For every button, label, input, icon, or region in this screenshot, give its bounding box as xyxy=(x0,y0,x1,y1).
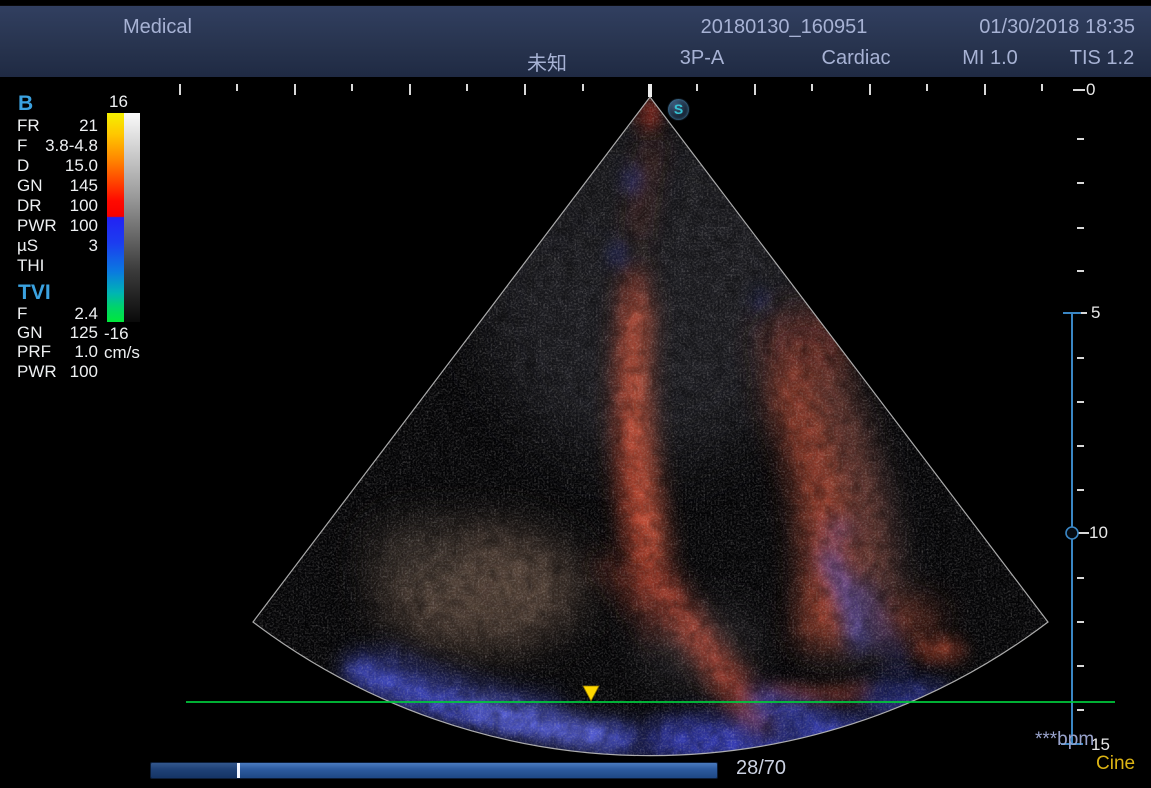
focus-depth-marker[interactable] xyxy=(1066,527,1078,539)
depth-ruler xyxy=(1073,89,1089,711)
cine-mode-label: Cine xyxy=(1096,753,1135,775)
probe-orientation-marker[interactable]: S xyxy=(668,99,689,120)
sector-interior xyxy=(170,85,1070,773)
heart-rate-status: ***bpm xyxy=(1035,729,1094,751)
ultrasound-sector-image xyxy=(0,0,1151,788)
depth-label-0: 0 xyxy=(1086,80,1095,100)
depth-label-5: 5 xyxy=(1091,303,1100,323)
ultrasound-screen: Medical 20180130_160951 01/30/2018 18:35… xyxy=(0,0,1151,788)
apex-tick xyxy=(648,84,652,97)
depth-label-10: 10 xyxy=(1089,523,1108,543)
top-ruler xyxy=(179,84,1043,95)
